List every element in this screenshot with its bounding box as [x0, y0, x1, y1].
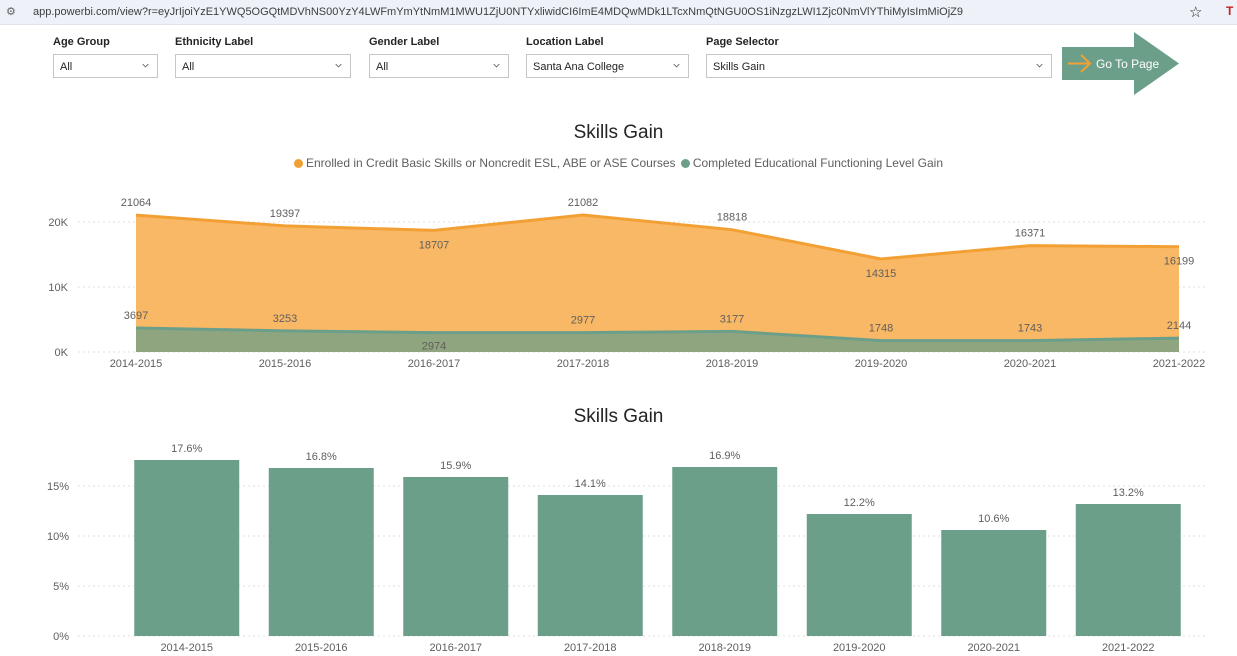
x-tick-label: 2018-2019 [698, 642, 751, 654]
legend-dot-enrolled [294, 159, 303, 168]
x-tick-label: 2015-2016 [259, 358, 312, 370]
slicer-page-selector: Page Selector Skills Gain [706, 36, 1052, 78]
data-label-enrolled: 18818 [717, 212, 748, 224]
bar [806, 514, 912, 636]
x-tick-label: 2020-2021 [1004, 358, 1057, 370]
x-tick-label: 2018-2019 [706, 358, 759, 370]
location-value: Santa Ana College [533, 61, 625, 73]
data-label-completed: 3697 [124, 310, 148, 322]
y-tick-label: 15% [47, 481, 69, 493]
slicer-ethnicity: Ethnicity Label All [175, 36, 351, 78]
go-to-page-label: Go To Page [1096, 57, 1160, 71]
chevron-down-icon [1036, 63, 1043, 68]
chevron-down-icon [673, 63, 680, 68]
data-label-enrolled: 21082 [568, 197, 599, 209]
data-label-bar: 12.2% [844, 497, 875, 509]
data-label-bar: 13.2% [1113, 487, 1144, 499]
page-selector-value: Skills Gain [713, 61, 765, 73]
bar [403, 477, 509, 636]
data-label-completed: 2977 [571, 315, 595, 327]
slicer-age-group: Age Group All [53, 36, 158, 78]
bar-chart: 0% 5% 10% 15% 17.6% 2014-2015 16.8% 2015-2016 15… [47, 443, 1205, 654]
data-label-completed: 2144 [1167, 320, 1191, 332]
data-label-bar: 16.8% [306, 451, 337, 463]
data-label-enrolled: 18707 [419, 239, 450, 251]
x-tick-label: 2021-2022 [1153, 358, 1206, 370]
y-tick-label: 0K [55, 347, 69, 359]
x-tick-label: 2015-2016 [295, 642, 348, 654]
location-dropdown[interactable]: Santa Ana College [526, 54, 689, 78]
data-label-completed: 3253 [273, 313, 297, 325]
x-tick-label: 2016-2017 [408, 358, 461, 370]
x-tick-label: 2016-2017 [429, 642, 482, 654]
chevron-down-icon [493, 63, 500, 68]
x-tick-label: 2017-2018 [564, 642, 617, 654]
slicer-label-gender: Gender Label [369, 36, 440, 48]
browser-address-bar[interactable]: ⚙ app.powerbi.com/view?r=eyJrIjoiYzE1YWQ… [0, 0, 1237, 25]
ethnicity-dropdown[interactable]: All [175, 54, 351, 78]
x-tick-label: 2019-2020 [855, 358, 908, 370]
chevron-down-icon [142, 63, 149, 68]
data-label-completed: 1748 [869, 323, 893, 335]
data-label-completed: 3177 [720, 313, 744, 325]
slicer-gender: Gender Label All [369, 36, 509, 78]
area-chart-title: Skills Gain [573, 122, 664, 143]
age-group-dropdown[interactable]: All [53, 54, 158, 78]
gender-dropdown[interactable]: All [369, 54, 509, 78]
data-label-completed: 1743 [1018, 323, 1042, 335]
y-tick-label: 0% [53, 631, 69, 643]
y-tick-label: 20K [48, 217, 68, 229]
slicer-label-page-selector: Page Selector [706, 36, 779, 48]
data-label-enrolled: 14315 [866, 268, 897, 280]
data-label-bar: 17.6% [171, 443, 202, 455]
chevron-down-icon [335, 63, 342, 68]
slicer-label-location: Location Label [526, 36, 604, 48]
data-label-bar: 15.9% [440, 460, 471, 472]
legend-item-completed[interactable]: Completed Educational Functioning Level … [680, 156, 943, 170]
tune-icon[interactable]: ⚙ [6, 5, 16, 18]
bar [672, 467, 778, 636]
legend-item-enrolled[interactable]: Enrolled in Credit Basic Skills or Noncr… [294, 156, 676, 170]
y-tick-label: 5% [53, 581, 69, 593]
bar [268, 468, 374, 636]
bar [1075, 504, 1181, 636]
slicer-label-ethnicity: Ethnicity Label [175, 36, 254, 48]
data-label-bar: 10.6% [978, 513, 1009, 525]
y-tick-label: 10% [47, 531, 69, 543]
slicer-label-age-group: Age Group [53, 36, 110, 48]
data-label-enrolled: 16371 [1015, 228, 1046, 240]
data-label-bar: 16.9% [709, 450, 740, 462]
y-tick-label: 10K [48, 282, 68, 294]
bar [537, 495, 643, 636]
x-tick-label: 2021-2022 [1102, 642, 1155, 654]
slicer-location: Location Label Santa Ana College [526, 36, 689, 78]
x-tick-label: 2019-2020 [833, 642, 886, 654]
extension-icon[interactable]: T [1226, 4, 1233, 18]
data-label-enrolled: 19397 [270, 208, 301, 220]
bar-chart-title: Skills Gain [573, 406, 664, 427]
area-chart-legend: Enrolled in Credit Basic Skills or Noncr… [0, 156, 1237, 170]
x-tick-label: 2014-2015 [160, 642, 213, 654]
area-chart: 0K 10K 20K 21064 19397 18707 21082 18818 14315 16… [48, 197, 1206, 370]
data-label-enrolled: 21064 [121, 197, 152, 209]
ethnicity-value: All [182, 61, 195, 73]
page-selector-dropdown[interactable]: Skills Gain [706, 54, 1052, 78]
x-tick-label: 2017-2018 [557, 358, 610, 370]
star-icon[interactable]: ☆ [1189, 3, 1202, 21]
legend-dot-completed [680, 159, 690, 168]
url-text[interactable]: app.powerbi.com/view?r=eyJrIjoiYzE1YWQ5O… [33, 6, 963, 18]
go-to-page-button[interactable]: Go To Page [1062, 32, 1180, 95]
x-tick-label: 2014-2015 [110, 358, 163, 370]
data-label-bar: 14.1% [575, 478, 606, 490]
x-tick-label: 2020-2021 [967, 642, 1020, 654]
age-group-value: All [60, 61, 73, 73]
data-label-enrolled: 16199 [1164, 256, 1195, 268]
legend-label-enrolled: Enrolled in Credit Basic Skills or Noncr… [306, 156, 676, 170]
gender-value: All [376, 61, 389, 73]
data-label-completed: 2974 [422, 341, 446, 353]
bar [134, 460, 240, 636]
bar [941, 530, 1047, 636]
legend-label-completed: Completed Educational Functioning Level … [692, 156, 943, 170]
